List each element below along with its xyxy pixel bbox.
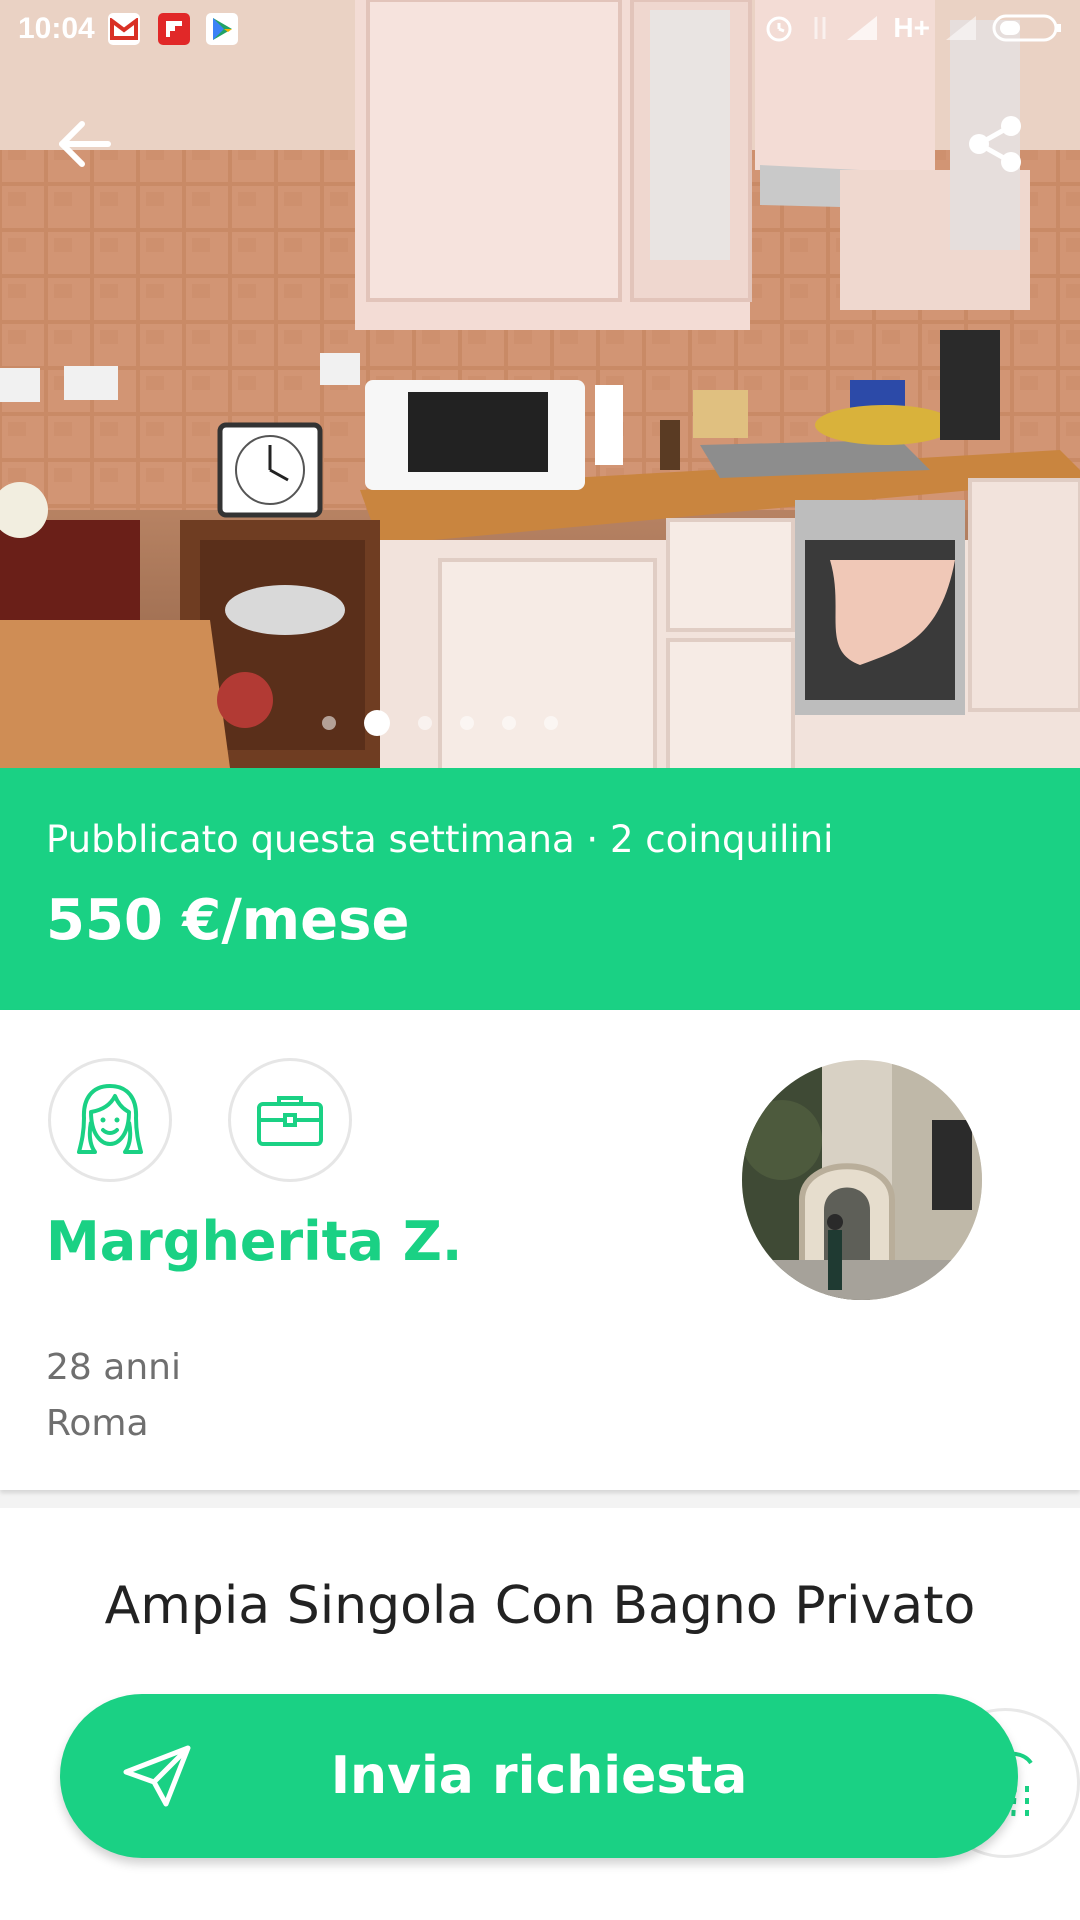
battery-icon: [992, 14, 1061, 42]
data-transfer-icon: [814, 17, 826, 39]
carousel-dot-active[interactable]: [364, 710, 390, 736]
host-name[interactable]: Margherita Z.: [46, 1210, 462, 1273]
paper-plane-icon: [123, 1745, 191, 1807]
kitchen-photo: [0, 0, 1080, 768]
back-button[interactable]: [42, 102, 126, 186]
status-bar: 10:04 H+: [0, 0, 1080, 60]
host-avatar[interactable]: [742, 1060, 982, 1300]
occupation-badge: [228, 1058, 352, 1182]
carousel-dot[interactable]: [418, 716, 432, 730]
alarm-icon: [766, 16, 792, 42]
listing-title: Ampia Singola Con Bagno Privato: [104, 1576, 976, 1636]
network-type: H+: [893, 12, 930, 43]
signal-icon: [847, 16, 878, 40]
listing-summary-banner: Pubblicato questa settimana · 2 coinquil…: [0, 768, 1080, 1010]
carousel-dot[interactable]: [502, 716, 516, 730]
status-time: 10:04: [18, 12, 95, 45]
host-info: 28 anni Roma: [46, 1340, 181, 1452]
signal-2-icon: [946, 16, 976, 40]
gmail-icon: [108, 13, 140, 45]
flipboard-icon: [158, 13, 190, 45]
send-request-label: Invia richiesta: [330, 1746, 748, 1806]
share-icon: [969, 116, 1021, 172]
send-request-button[interactable]: Invia richiesta: [60, 1694, 1018, 1858]
carousel-dot[interactable]: [544, 716, 558, 730]
status-right: H+: [763, 12, 1062, 44]
play-store-icon: [206, 13, 238, 45]
host-age: 28 anni: [46, 1347, 181, 1388]
listing-page: 10:04 H+ Pubblicato questa settimana · 2…: [0, 0, 1080, 1920]
woman-icon: [77, 1084, 143, 1154]
gender-badge: [48, 1058, 172, 1182]
listing-price: 550 €/mese: [46, 888, 410, 953]
listing-meta: Pubblicato questa settimana · 2 coinquil…: [46, 818, 834, 861]
briefcase-icon: [257, 1096, 323, 1146]
carousel-indicator: [0, 710, 880, 736]
listing-photo-carousel[interactable]: 10:04 H+: [0, 0, 1080, 768]
avatar-photo: [742, 1060, 982, 1300]
host-profile-card: Margherita Z. 28 anni Roma: [0, 1010, 1080, 1490]
arrow-left-icon: [59, 121, 111, 167]
share-button[interactable]: [953, 102, 1037, 186]
carousel-dot[interactable]: [460, 716, 474, 730]
host-city: Roma: [46, 1403, 149, 1444]
carousel-dot[interactable]: [322, 716, 336, 730]
